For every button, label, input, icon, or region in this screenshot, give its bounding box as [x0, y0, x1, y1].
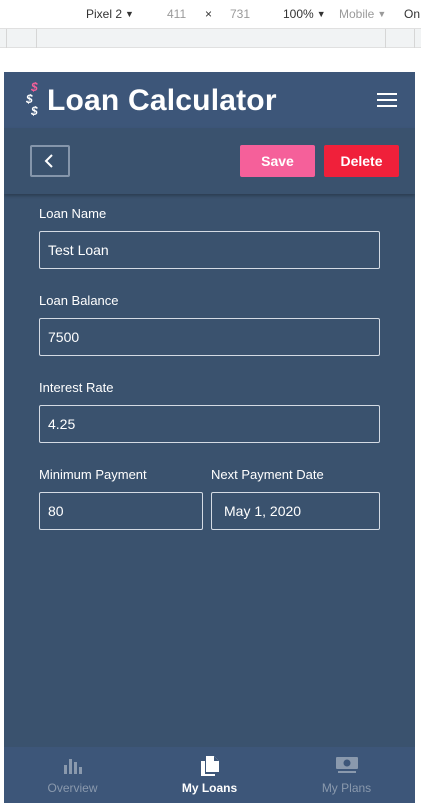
zoom-select[interactable]: 100% ▼ — [283, 7, 326, 21]
minimum-payment-input[interactable]: 80 — [39, 492, 203, 530]
chevron-down-icon: ▼ — [377, 9, 387, 19]
dimension-separator: × — [205, 7, 213, 21]
action-toolbar: Save Delete — [4, 128, 415, 194]
money-icon — [335, 757, 358, 773]
next-payment-date-label: Next Payment Date — [211, 467, 324, 482]
chevron-down-icon: ▼ — [125, 9, 134, 19]
mode-select[interactable]: Mobile ▼ — [339, 7, 386, 21]
next-payment-date-input[interactable]: May 1, 2020 — [211, 492, 380, 530]
nav-my-plans-label: My Plans — [321, 781, 372, 795]
delete-button[interactable]: Delete — [324, 145, 399, 177]
ruler-tick — [414, 29, 415, 48]
interest-rate-input[interactable]: 4.25 — [39, 405, 380, 443]
nav-my-loans[interactable]: My Loans — [141, 747, 278, 803]
loan-balance-label: Loan Balance — [39, 293, 119, 308]
hamburger-menu-icon[interactable] — [377, 93, 397, 107]
save-button[interactable]: Save — [240, 145, 315, 177]
loan-name-label: Loan Name — [39, 206, 107, 221]
logo-icon: $ $ $ — [24, 80, 44, 120]
device-name: Pixel 2 — [86, 7, 123, 21]
nav-overview-label: Overview — [47, 781, 98, 795]
bottom-navigation: Overview My Loans My Plans — [4, 747, 415, 803]
nav-overview[interactable]: Overview — [4, 747, 141, 803]
nav-my-loans-label: My Loans — [181, 781, 238, 795]
back-button[interactable] — [30, 145, 70, 177]
ruler-tick — [385, 29, 386, 48]
interest-rate-label: Interest Rate — [39, 380, 114, 395]
viewport-height[interactable]: 731 — [230, 7, 250, 21]
device-select[interactable]: Pixel 2 ▼ — [86, 7, 134, 21]
nav-my-plans[interactable]: My Plans — [278, 747, 415, 803]
mode-value: Mobile — [339, 7, 375, 21]
ruler-tick — [36, 29, 37, 48]
viewport-width[interactable]: 411 — [167, 7, 186, 21]
app-title: Loan Calculator — [47, 84, 277, 117]
media-query-ruler — [0, 28, 421, 48]
loan-balance-input[interactable]: 7500 — [39, 318, 380, 356]
logo-dollar-bottom: $ — [31, 104, 38, 118]
zoom-value: 100% — [283, 7, 314, 21]
loan-name-input[interactable]: Test Loan — [39, 231, 380, 269]
documents-icon — [200, 756, 219, 776]
chevron-left-icon — [44, 154, 53, 168]
app-header: $ $ $ Loan Calculator — [4, 72, 415, 128]
ruler-tick — [6, 29, 7, 48]
throttle-select[interactable]: On — [404, 7, 420, 21]
bar-chart-icon — [63, 759, 82, 774]
devtools-device-toolbar: Pixel 2 ▼ 411 × 731 100% ▼ Mobile ▼ On — [0, 0, 421, 28]
chevron-down-icon: ▼ — [316, 9, 326, 19]
app-viewport: $ $ $ Loan Calculator Save Delete Loan N… — [4, 72, 415, 803]
minimum-payment-label: Minimum Payment — [39, 467, 147, 482]
